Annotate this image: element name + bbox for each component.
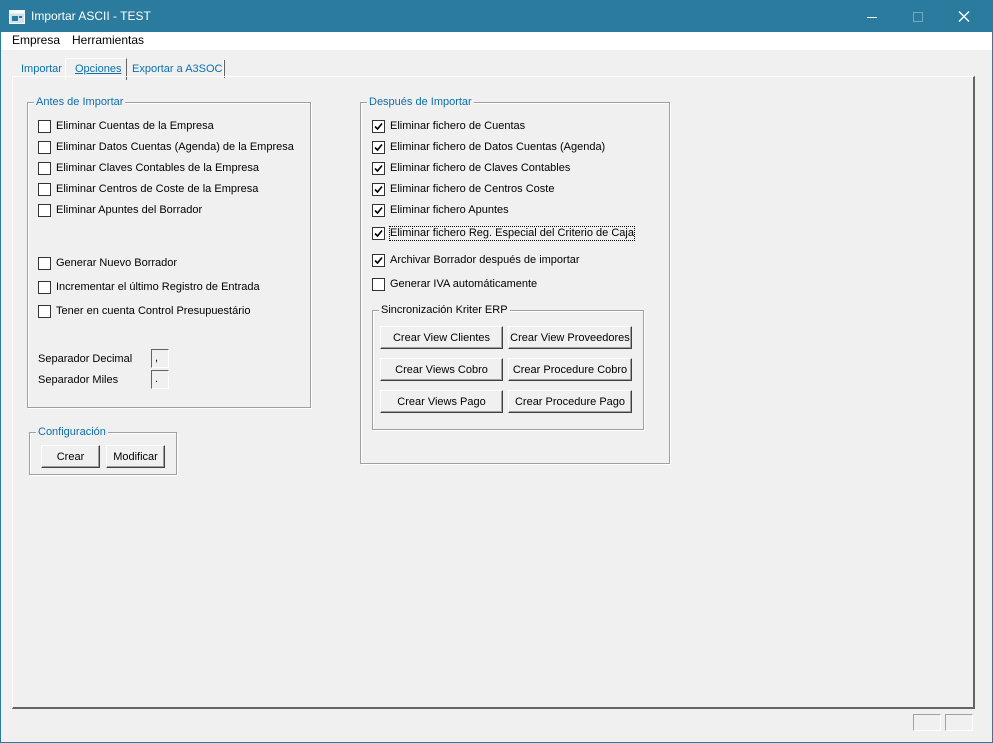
antes-option-label: Incrementar el último Registro de Entrad…: [56, 281, 260, 293]
tab-opciones-label: Opciones: [75, 63, 122, 75]
sincronizacion-caption: Sincronización Kriter ERP: [379, 304, 510, 317]
tab-importar-label: Importar: [21, 63, 62, 75]
window-title: Importar ASCII - TEST: [31, 9, 151, 23]
status-panel-1: [913, 714, 941, 731]
separador-decimal-input[interactable]: ,: [151, 349, 169, 368]
main-window: Importar ASCII - TEST Empresa Herramient…: [0, 0, 993, 743]
status-panel-2: [945, 714, 973, 731]
despues-option-label: Eliminar fichero de Centros Coste: [390, 183, 555, 195]
despues-checkbox-8[interactable]: [372, 278, 385, 291]
antes-checkbox-6[interactable]: [38, 257, 51, 270]
despues-option-label: Archivar Borrador después de importar: [390, 254, 580, 266]
antes-checkbox-2[interactable]: [38, 141, 51, 154]
crear-views-pago-button[interactable]: Crear Views Pago: [380, 390, 503, 413]
despues-checkbox-2[interactable]: [372, 141, 385, 154]
crear-procedure-cobro-button[interactable]: Crear Procedure Cobro: [508, 358, 632, 381]
separador-miles-label: Separador Miles: [38, 374, 119, 386]
despues-option-label: Eliminar fichero Reg. Especial del Crite…: [389, 226, 635, 241]
despues-checkbox-5[interactable]: [372, 204, 385, 217]
antes-checkbox-5[interactable]: [38, 204, 51, 217]
despues-checkbox-1[interactable]: [372, 120, 385, 133]
despues-checkbox-6[interactable]: [372, 227, 385, 240]
despues-option-label: Eliminar fichero Apuntes: [390, 204, 509, 216]
antes-option-label: Eliminar Datos Cuentas (Agenda) de la Em…: [56, 141, 294, 153]
despues-option-label: Eliminar fichero de Claves Contables: [390, 162, 571, 174]
despues-option-label: Eliminar fichero de Datos Cuentas (Agend…: [390, 141, 606, 153]
antes-checkbox-4[interactable]: [38, 183, 51, 196]
menu-bar: Empresa Herramientas: [1, 32, 992, 50]
title-bar[interactable]: Importar ASCII - TEST: [1, 1, 992, 32]
configuracion-caption: Configuración: [36, 426, 108, 439]
antes-caption: Antes de Importar: [34, 96, 126, 109]
menu-empresa[interactable]: Empresa: [12, 33, 60, 47]
crear-button[interactable]: Crear: [41, 445, 100, 468]
separador-miles-input[interactable]: .: [151, 370, 169, 389]
tab-exportar-label: Exportar a A3SOC: [132, 63, 223, 75]
app-icon: [9, 10, 25, 24]
antes-checkbox-3[interactable]: [38, 162, 51, 175]
crear-view-clientes-button[interactable]: Crear View Clientes: [380, 326, 503, 349]
despues-option-label: Generar IVA automáticamente: [390, 278, 538, 290]
minimize-button[interactable]: [849, 1, 895, 32]
despues-option-label: Eliminar fichero de Cuentas: [390, 120, 526, 132]
antes-option-label: Eliminar Claves Contables de la Empresa: [56, 162, 259, 174]
maximize-button[interactable]: [895, 1, 941, 32]
antes-option-label: Eliminar Centros de Coste de la Empresa: [56, 183, 259, 195]
crear-procedure-pago-button[interactable]: Crear Procedure Pago: [508, 390, 632, 413]
despues-caption: Después de Importar: [367, 96, 474, 109]
close-icon: [958, 11, 970, 22]
antes-option-label: Eliminar Apuntes del Borrador: [56, 204, 203, 216]
antes-checkbox-1[interactable]: [38, 120, 51, 133]
antes-option-label: Tener en cuenta Control Presupuestário: [56, 305, 251, 317]
crear-views-cobro-button[interactable]: Crear Views Cobro: [380, 358, 503, 381]
despues-checkbox-4[interactable]: [372, 183, 385, 196]
menu-herramientas[interactable]: Herramientas: [72, 33, 144, 47]
despues-checkbox-7[interactable]: [372, 254, 385, 267]
antes-checkbox-7[interactable]: [38, 281, 51, 294]
separador-decimal-label: Separador Decimal: [38, 353, 133, 365]
antes-checkbox-8[interactable]: [38, 305, 51, 318]
antes-option-label: Generar Nuevo Borrador: [56, 257, 178, 269]
modificar-button[interactable]: Modificar: [106, 445, 165, 468]
despues-checkbox-3[interactable]: [372, 162, 385, 175]
antes-option-label: Eliminar Cuentas de la Empresa: [56, 120, 214, 132]
minimize-icon: [867, 17, 877, 18]
maximize-icon: [913, 12, 923, 22]
close-button[interactable]: [941, 1, 987, 32]
crear-view-proveedores-button[interactable]: Crear View Proveedores: [508, 326, 632, 349]
